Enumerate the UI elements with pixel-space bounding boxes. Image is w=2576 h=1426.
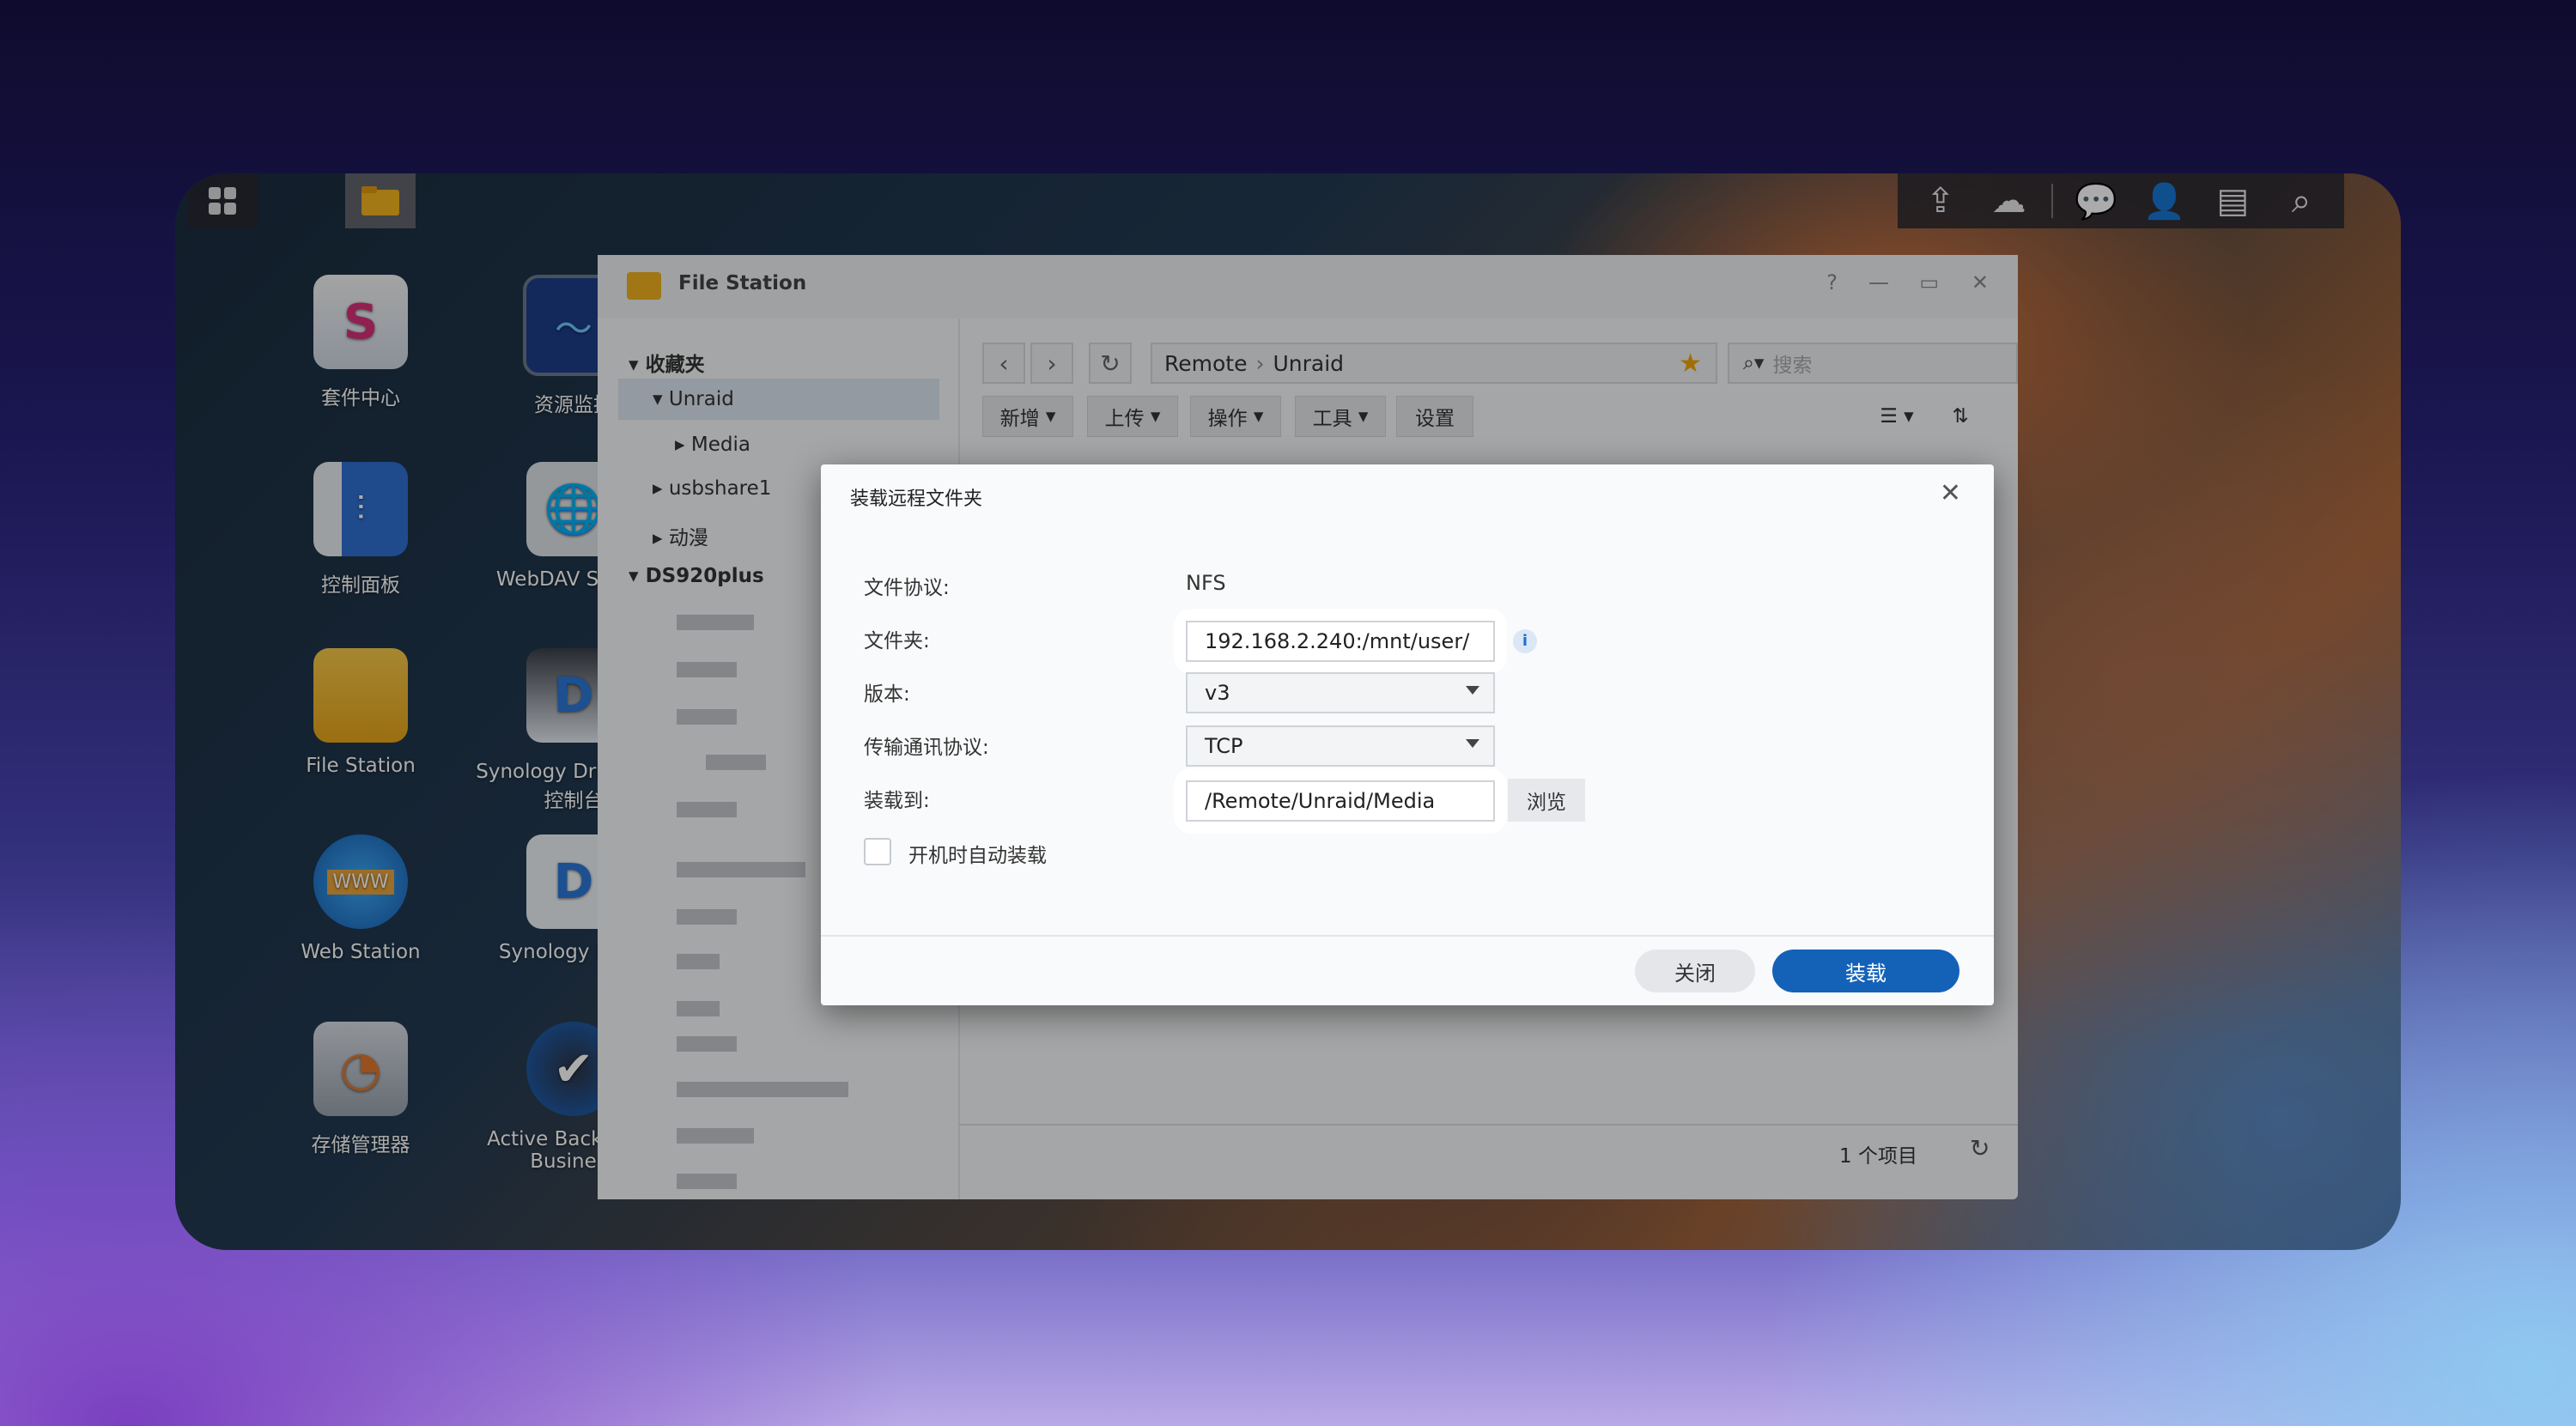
protocol-value: NFS bbox=[1186, 571, 1226, 595]
mount-to-label: 装载到: bbox=[864, 790, 930, 812]
mount-to-field[interactable]: /Remote/Unraid/Media bbox=[1186, 780, 1495, 822]
browse-button[interactable]: 浏览 bbox=[1508, 779, 1585, 822]
footer-divider bbox=[821, 935, 1994, 937]
caret-down-icon bbox=[1466, 739, 1479, 748]
folder-field[interactable]: 192.168.2.240:/mnt/user/ bbox=[1186, 621, 1495, 662]
close-icon[interactable]: ✕ bbox=[1940, 478, 1961, 508]
dialog-title: 装载远程文件夹 bbox=[850, 488, 983, 510]
version-label: 版本: bbox=[864, 683, 910, 706]
mount-button[interactable]: 装载 bbox=[1772, 950, 1959, 992]
caret-down-icon bbox=[1466, 686, 1479, 695]
transport-select[interactable]: TCP bbox=[1186, 725, 1495, 767]
transport-value: TCP bbox=[1205, 734, 1243, 758]
close-button[interactable]: 关闭 bbox=[1635, 950, 1755, 992]
auto-mount-checkbox[interactable] bbox=[864, 838, 891, 865]
protocol-label: 文件协议: bbox=[864, 577, 950, 599]
transport-label: 传输通讯协议: bbox=[864, 737, 989, 759]
folder-label: 文件夹: bbox=[864, 630, 930, 652]
version-select[interactable]: v3 bbox=[1186, 672, 1495, 713]
auto-mount-label: 开机时自动装载 bbox=[908, 845, 1047, 867]
mount-remote-folder-dialog: 装载远程文件夹 ✕ 文件协议: NFS 文件夹: 192.168.2.240:/… bbox=[821, 464, 1994, 1005]
version-value: v3 bbox=[1205, 681, 1230, 705]
desktop-screen: ⇪ ☁ 💬 👤 ▤ ⌕ S 套件中心 〜 资源监控 ⫶ 控制面板 🌐 WebDA… bbox=[175, 173, 2401, 1250]
info-icon[interactable]: i bbox=[1513, 629, 1537, 653]
